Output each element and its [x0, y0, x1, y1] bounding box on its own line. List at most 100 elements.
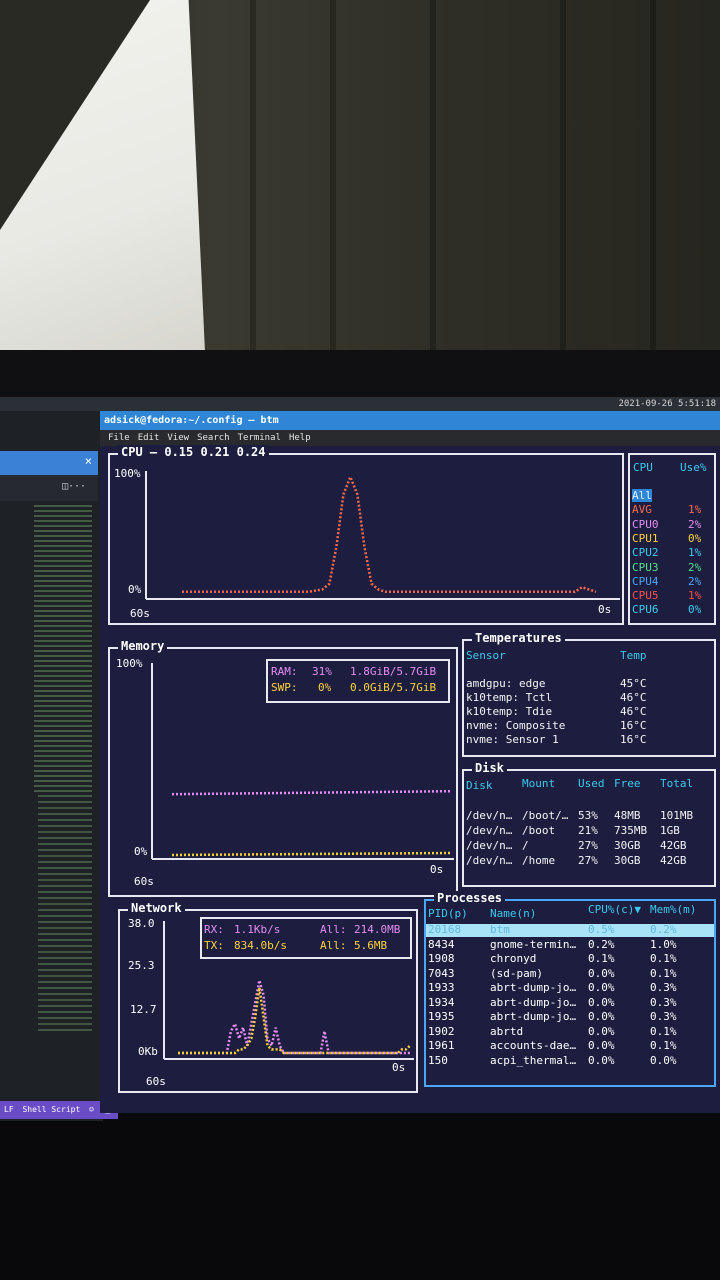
rx-all: 214.0MB: [354, 923, 401, 936]
process-mem: 0.1%: [650, 1024, 677, 1038]
memory-widget[interactable]: Memory 100% 0% 60s 0s RAM: 31% 1.8GiB/5.…: [108, 639, 458, 897]
disk-used: 27%: [578, 854, 598, 867]
close-icon[interactable]: ×: [85, 454, 92, 468]
process-pid: 7043: [428, 966, 455, 980]
process-pid: 1935: [428, 1010, 455, 1023]
process-pid: 150: [428, 1053, 448, 1067]
menu-file[interactable]: File: [108, 433, 130, 443]
window-title: adsick@fedora:~/.config — btm: [104, 415, 279, 426]
menu-terminal[interactable]: Terminal: [238, 433, 281, 443]
temp-sensor: k10temp: Tctl: [466, 691, 553, 704]
menu-help[interactable]: Help: [289, 433, 311, 443]
process-pid: 20168: [428, 923, 462, 936]
temp-header-temp: Temp: [620, 649, 647, 662]
swap-label: SWP:: [271, 681, 298, 694]
cpu-legend-name[interactable]: CPU0: [632, 518, 659, 531]
rx-all-label: All:: [320, 923, 347, 936]
process-cpu: 0.0%: [588, 1010, 615, 1023]
editor-header: ×: [0, 451, 98, 475]
proc-header-cpu[interactable]: CPU%(c)▼: [588, 903, 641, 916]
process-mem: 0.2%: [650, 923, 677, 936]
proc-header-mem[interactable]: Mem%(m): [650, 903, 696, 916]
tx-label: TX:: [204, 939, 224, 952]
feedback-icon[interactable]: ☺: [89, 1105, 94, 1114]
rx-label: RX:: [204, 923, 224, 936]
process-pid: 1961: [428, 1039, 455, 1052]
more-icon[interactable]: ···: [68, 481, 86, 492]
curtain-fold: [430, 0, 436, 352]
cpu-legend-name[interactable]: CPU6: [632, 603, 659, 616]
cpu-legend-name[interactable]: All: [632, 489, 652, 502]
disk-header-total: Total: [660, 777, 694, 790]
temp-header-sensor: Sensor: [466, 649, 506, 662]
disk-disk: /dev/n…: [466, 809, 513, 822]
process-name[interactable]: abrt-dump-jo…: [490, 996, 576, 1009]
cpu-avg-series: [182, 473, 597, 594]
cpu-graph: [145, 471, 620, 600]
process-name[interactable]: acpi_thermal…: [490, 1054, 576, 1067]
proc-header-name[interactable]: Name(n): [490, 907, 536, 920]
editor-minimap-lower[interactable]: [38, 795, 92, 1035]
process-name[interactable]: (sd-pam): [490, 967, 543, 980]
menu-edit[interactable]: Edit: [138, 433, 160, 443]
process-name[interactable]: accounts-dae…: [490, 1039, 576, 1052]
process-name[interactable]: abrt-dump-jo…: [490, 1010, 576, 1023]
process-name[interactable]: chronyd: [490, 952, 536, 965]
process-cpu: 0.0%: [588, 1024, 615, 1038]
disk-mount: /home: [522, 854, 556, 867]
cpu-legend-name[interactable]: AVG: [632, 503, 652, 516]
eol-indicator[interactable]: LF: [4, 1105, 14, 1114]
temperatures-widget[interactable]: Temperatures Sensor Temp amdgpu: edge 45°…: [462, 631, 716, 757]
curtain-fold: [330, 0, 336, 352]
process-mem: 0.3%: [650, 1010, 677, 1023]
cpu-legend-use: 0%: [688, 531, 702, 545]
menu-bar: File Edit View Search Terminal Help: [100, 430, 720, 446]
cpu-legend-name[interactable]: CPU5: [632, 589, 659, 602]
disk-free: 30GB: [614, 839, 641, 852]
process-name[interactable]: gnome-termin…: [490, 938, 576, 951]
menu-view[interactable]: View: [167, 433, 189, 443]
process-mem: 0.3%: [650, 981, 677, 994]
swap-detail: 0.0GiB/5.7GiB: [350, 681, 437, 694]
cpu-legend-use: 1%: [688, 589, 702, 603]
processes-title: Processes: [434, 891, 506, 905]
ram-detail: 1.8GiB/5.7GiB: [350, 665, 437, 678]
disk-disk: /dev/n…: [466, 839, 513, 852]
editor-minimap[interactable]: [34, 505, 92, 795]
disk-mount: /boot: [522, 824, 556, 837]
processes-widget[interactable]: Processes PID(p) Name(n) CPU%(c)▼ Mem%(m…: [424, 891, 716, 1087]
cpu-legend[interactable]: CPU Use% All AVG 1% CPU0 2% CPU1 0% CPU2 1% CPU3 2…: [628, 453, 716, 625]
desktop-top-bar: 2021-09-26 5:51:18: [0, 397, 720, 411]
disk-mount: /boot/…: [522, 809, 569, 822]
disk-disk: /dev/n…: [466, 854, 513, 867]
temp-value: 16°C: [620, 733, 647, 746]
disk-header-mount: Mount: [522, 777, 556, 790]
language-mode[interactable]: Shell Script: [22, 1105, 80, 1114]
cpu-widget[interactable]: CPU — 0.15 0.21 0.24 100% 0% 60s 0s: [108, 445, 624, 625]
proc-header-pid[interactable]: PID(p): [428, 907, 468, 920]
process-name[interactable]: abrtd: [490, 1025, 523, 1038]
disk-mount: /: [522, 839, 529, 852]
memory-legend: RAM: 31% 1.8GiB/5.7GiB SWP: 0% 0.0GiB/5.…: [266, 659, 450, 703]
temp-sensor: nvme: Sensor 1: [466, 733, 559, 746]
process-cpu: 0.0%: [588, 995, 615, 1009]
photo-background: [0, 0, 720, 352]
process-name[interactable]: abrt-dump-jo…: [490, 981, 576, 994]
process-mem: 0.1%: [650, 966, 677, 980]
cpu-legend-name[interactable]: CPU2: [632, 546, 659, 559]
clock[interactable]: 2021-09-26 5:51:18: [618, 397, 716, 411]
process-mem: 0.1%: [650, 952, 677, 965]
process-name[interactable]: btm: [490, 923, 510, 936]
temp-value: 46°C: [620, 691, 647, 704]
disk-widget[interactable]: Disk Disk Mount Used Free Total /dev/n… /…: [462, 761, 716, 887]
process-pid: 1933: [428, 981, 455, 994]
network-widget[interactable]: Network 38.0 25.3 12.7 0Kb 60s 0s RX: 1.…: [118, 901, 418, 1093]
swap-percent: 0%: [318, 681, 332, 694]
window-title-bar[interactable]: adsick@fedora:~/.config — btm: [100, 411, 720, 430]
cpu-legend-name[interactable]: CPU1: [632, 532, 659, 545]
disk-used: 53%: [578, 809, 598, 822]
menu-search[interactable]: Search: [197, 433, 230, 443]
cpu-legend-name[interactable]: CPU3: [632, 561, 659, 574]
process-cpu: 0.0%: [588, 966, 615, 980]
cpu-legend-name[interactable]: CPU4: [632, 575, 659, 588]
